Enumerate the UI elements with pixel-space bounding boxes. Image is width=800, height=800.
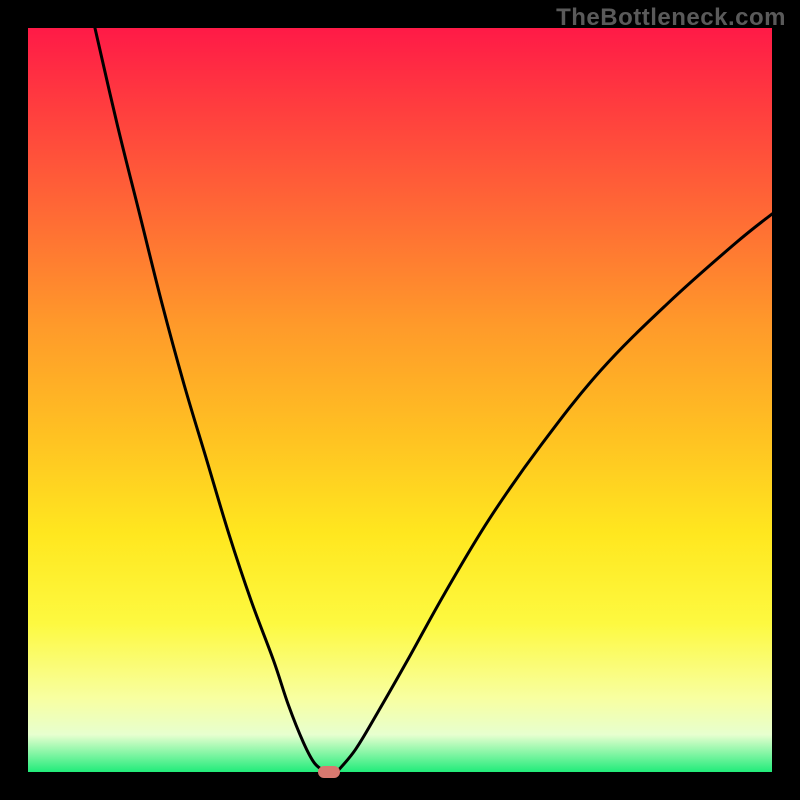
chart-frame: TheBottleneck.com [0, 0, 800, 800]
bottleneck-curve-left [95, 28, 326, 772]
plot-area [28, 28, 772, 772]
curve-svg [28, 28, 772, 772]
optimal-marker [318, 766, 340, 778]
bottleneck-curve-right [337, 214, 772, 772]
watermark-label: TheBottleneck.com [556, 4, 786, 32]
